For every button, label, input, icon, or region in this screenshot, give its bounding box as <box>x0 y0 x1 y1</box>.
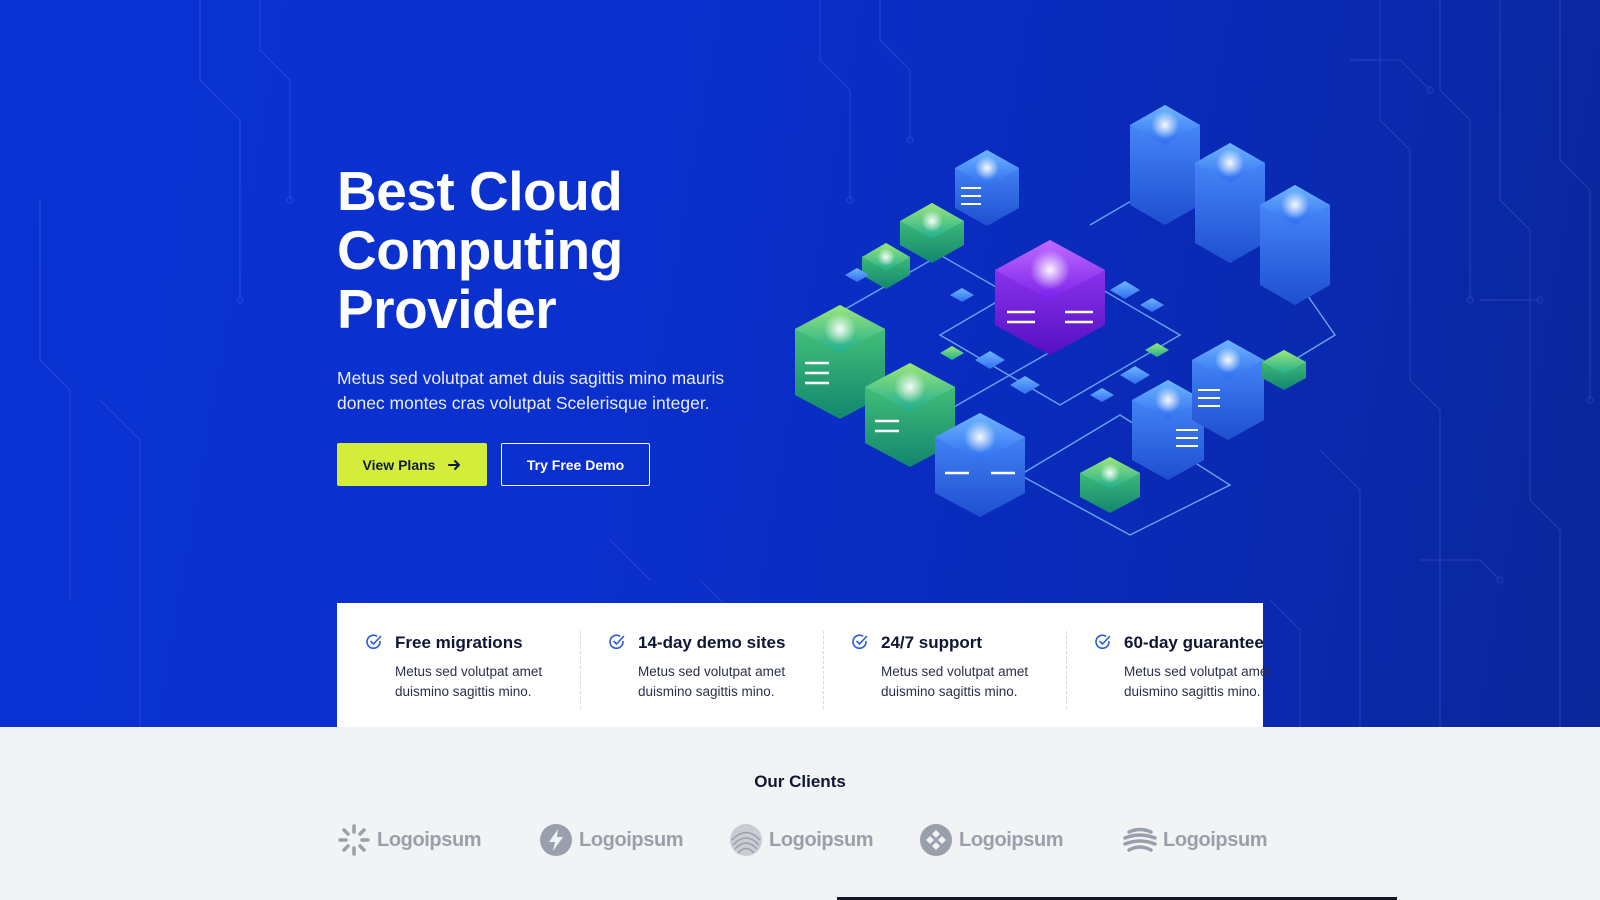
check-circle-icon <box>366 634 382 650</box>
feature-description: Metus sed volutpat amet duismino sagitti… <box>1124 664 1272 699</box>
view-plans-button[interactable]: View Plans <box>337 443 487 486</box>
client-logo-text: Logoipsum <box>959 828 1064 851</box>
client-logos-row: Logoipsum Logoipsum Logoipsum Logoipsum … <box>337 820 1268 860</box>
client-logo: Logoipsum <box>919 820 1064 860</box>
feature-item-guarantee: 60-day guarantee Metus sed volutpat amet… <box>1066 627 1309 727</box>
cloud-servers-illustration <box>795 105 1336 536</box>
arrow-right-icon <box>448 459 461 470</box>
feature-item-support: 24/7 support Metus sed volutpat amet dui… <box>823 627 1066 727</box>
feature-item-demo-sites: 14-day demo sites Metus sed volutpat ame… <box>580 627 823 727</box>
clients-heading: Our Clients <box>754 772 846 791</box>
bolt-logo-icon <box>540 824 572 856</box>
wave-globe-logo-icon <box>1123 827 1157 852</box>
feature-description: Metus sed volutpat amet duismino sagitti… <box>395 664 543 699</box>
client-logo: Logoipsum <box>729 820 874 860</box>
view-plans-label: View Plans <box>362 456 436 473</box>
feature-title: 60-day guarantee <box>1124 633 1264 652</box>
hero-section: Best Cloud Computing Provider Metus sed … <box>0 0 1600 727</box>
diamond-grid-logo-icon <box>920 824 952 856</box>
check-circle-icon <box>609 634 625 650</box>
check-circle-icon <box>1095 634 1111 650</box>
feature-description: Metus sed volutpat amet duismino sagitti… <box>881 664 1029 699</box>
client-logo: Logoipsum <box>337 820 482 860</box>
try-free-demo-button[interactable]: Try Free Demo <box>501 443 650 486</box>
hero-title-line: Provider <box>337 278 557 340</box>
client-logo-text: Logoipsum <box>769 828 874 851</box>
feature-description: Metus sed volutpat amet duismino sagitti… <box>638 664 786 699</box>
hero-title-line: Computing <box>337 219 623 281</box>
feature-title: Free migrations <box>395 633 523 652</box>
client-logo-text: Logoipsum <box>1163 828 1268 851</box>
sunburst-logo-icon <box>338 824 370 856</box>
sphere-logo-icon <box>730 824 762 856</box>
feature-item-free-migrations: Free migrations Metus sed volutpat amet … <box>337 627 580 727</box>
client-logo-text: Logoipsum <box>377 828 482 851</box>
client-logo: Logoipsum <box>1123 820 1268 860</box>
features-bar: Free migrations Metus sed volutpat amet … <box>337 603 1271 727</box>
check-circle-icon <box>852 634 868 650</box>
feature-title: 24/7 support <box>881 633 983 652</box>
client-logo-text: Logoipsum <box>579 828 684 851</box>
hero-title-line: Best Cloud <box>337 160 623 222</box>
hero-subtitle: Metus sed volutpat amet duis sagittis mi… <box>337 368 725 413</box>
hero-title: Best Cloud Computing Provider <box>337 162 757 339</box>
feature-title: 14-day demo sites <box>638 633 786 652</box>
client-logo: Logoipsum <box>539 820 684 860</box>
